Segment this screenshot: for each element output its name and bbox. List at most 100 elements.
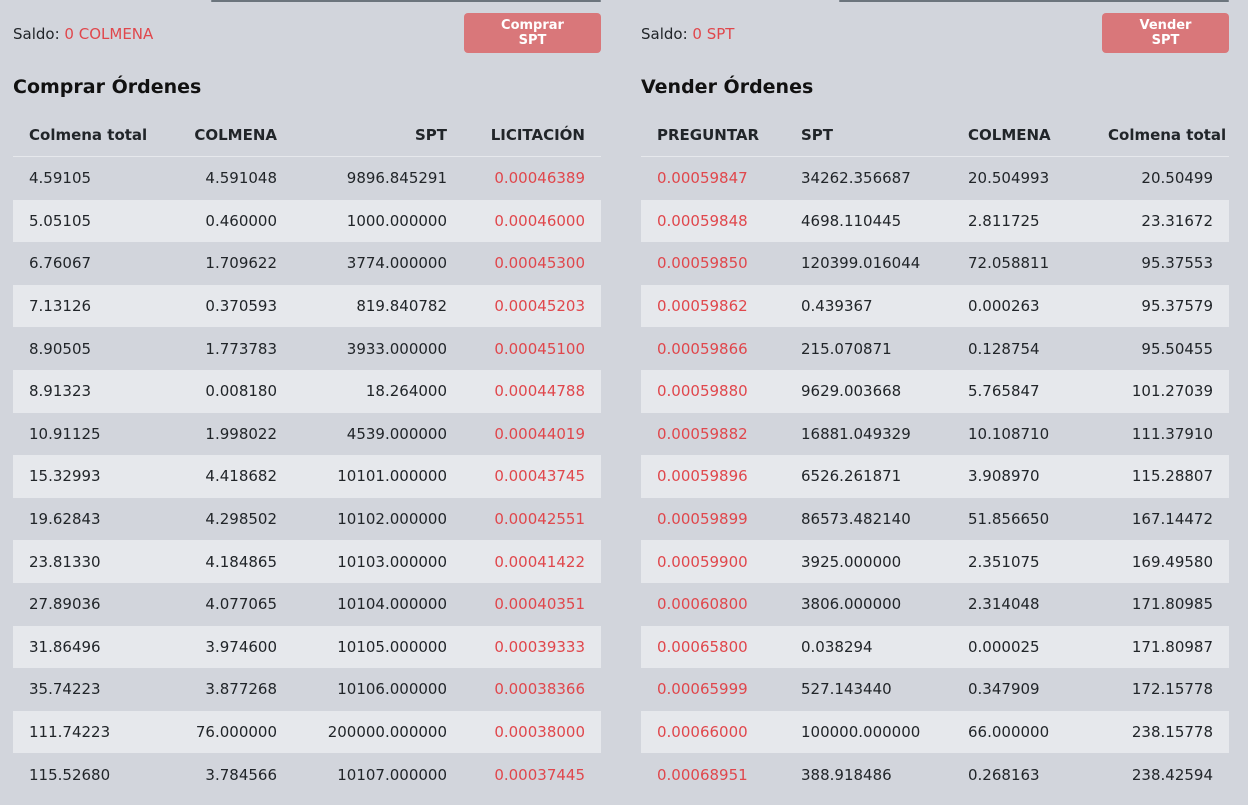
cell-preguntar: 0.00060800 xyxy=(657,595,748,614)
column-header-spt: SPT xyxy=(785,114,952,157)
table-row[interactable]: 0.00068951 388.918486 0.268163 238.42594 xyxy=(641,753,1229,796)
cell-colmena: 2.351075 xyxy=(952,540,1092,583)
cell-spt: 100000.000000 xyxy=(785,710,952,754)
table-row[interactable]: 0.00059847 34262.356687 20.504993 20.50499 xyxy=(641,157,1229,200)
cell-colmena: 3.974600 xyxy=(163,625,293,669)
buy-balance: Saldo: 0 COLMENA xyxy=(13,24,153,44)
cell-spt: 9629.003668 xyxy=(785,369,952,413)
column-header-licitacion: LICITACIÓN xyxy=(463,114,601,157)
cell-licitacion: 0.00038366 xyxy=(494,680,585,699)
buy-spt-button[interactable]: Comprar SPT xyxy=(464,13,601,53)
cell-colmena: 0.460000 xyxy=(163,199,293,243)
sell-orders-header-row: PREGUNTAR SPT COLMENA Colmena total xyxy=(641,114,1229,157)
table-row[interactable]: 0.00059899 86573.482140 51.856650 167.14472 xyxy=(641,498,1229,541)
cell-spt: 0.439367 xyxy=(785,284,952,328)
cell-spt: 18.264000 xyxy=(293,369,463,413)
column-header-spt: SPT xyxy=(293,114,463,157)
cell-preguntar: 0.00066000 xyxy=(641,710,785,754)
table-row[interactable]: 0.00059866 215.070871 0.128754 95.50455 xyxy=(641,327,1229,370)
cell-colmena-total: 4.59105 xyxy=(29,169,92,188)
table-row[interactable]: 15.32993 4.418682 10101.000000 0.00043745 xyxy=(13,455,601,498)
buy-orders-header-row: Colmena total COLMENA SPT LICITACIÓN xyxy=(13,114,601,157)
cell-licitacion: 0.00046000 xyxy=(463,199,601,243)
sell-input-underline xyxy=(839,0,1229,2)
sell-spt-button[interactable]: Vender SPT xyxy=(1102,13,1229,53)
table-row[interactable]: 0.00059862 0.439367 0.000263 95.37579 xyxy=(641,284,1229,328)
cell-colmena: 1.998022 xyxy=(205,424,277,443)
buy-orders-title: Comprar Órdenes xyxy=(13,76,202,98)
table-row[interactable]: 4.59105 4.591048 9896.845291 0.00046389 xyxy=(13,157,601,200)
cell-colmena: 0.008180 xyxy=(163,369,293,413)
cell-colmena-total: 171.80987 xyxy=(1092,625,1229,669)
cell-colmena-total: 8.91323 xyxy=(13,369,163,413)
cell-colmena: 10.108710 xyxy=(968,424,1050,443)
cell-licitacion: 0.00042551 xyxy=(494,510,585,529)
table-row[interactable]: 0.00060800 3806.000000 2.314048 171.80985 xyxy=(641,583,1229,626)
cell-licitacion: 0.00039333 xyxy=(463,625,601,669)
cell-spt: 16881.049329 xyxy=(801,424,911,443)
cell-spt: 4539.000000 xyxy=(346,424,447,443)
cell-colmena: 2.811725 xyxy=(952,199,1092,243)
cell-colmena: 2.314048 xyxy=(968,595,1040,614)
buy-orders-table: Colmena total COLMENA SPT LICITACIÓN 4.5… xyxy=(13,114,601,796)
cell-colmena: 3.908970 xyxy=(952,455,1092,498)
table-row[interactable]: 0.00066000 100000.000000 66.000000 238.1577… xyxy=(641,710,1229,754)
cell-colmena-total: 35.74223 xyxy=(29,680,101,699)
cell-licitacion: 0.00037445 xyxy=(494,765,585,784)
table-row[interactable]: 8.91323 0.008180 18.264000 0.00044788 xyxy=(13,369,601,413)
cell-spt: 10103.000000 xyxy=(293,540,463,583)
table-row[interactable]: 0.00065800 0.038294 0.000025 171.80987 xyxy=(641,625,1229,669)
cell-colmena: 51.856650 xyxy=(968,510,1050,529)
cell-preguntar: 0.00059866 xyxy=(657,339,748,358)
cell-licitacion: 0.00041422 xyxy=(463,540,601,583)
cell-colmena-total: 8.90505 xyxy=(29,339,92,358)
cell-colmena-total: 171.80985 xyxy=(1131,595,1213,614)
cell-spt: 215.070871 xyxy=(801,339,892,358)
table-row[interactable]: 115.52680 3.784566 10107.000000 0.00037445 xyxy=(13,753,601,796)
table-row[interactable]: 23.81330 4.184865 10103.000000 0.00041422 xyxy=(13,540,601,583)
cell-colmena: 3.784566 xyxy=(205,765,277,784)
table-row[interactable]: 0.00059896 6526.261871 3.908970 115.28807 xyxy=(641,455,1229,498)
table-row[interactable]: 31.86496 3.974600 10105.000000 0.00039333 xyxy=(13,625,601,669)
cell-licitacion: 0.00045203 xyxy=(463,284,601,328)
table-row[interactable]: 19.62843 4.298502 10102.000000 0.00042551 xyxy=(13,498,601,541)
cell-colmena: 4.184865 xyxy=(163,540,293,583)
cell-colmena: 1.773783 xyxy=(205,339,277,358)
table-row[interactable]: 8.90505 1.773783 3933.000000 0.00045100 xyxy=(13,327,601,370)
table-row[interactable]: 6.76067 1.709622 3774.000000 0.00045300 xyxy=(13,242,601,285)
cell-colmena-total: 15.32993 xyxy=(13,455,163,498)
cell-preguntar: 0.00059896 xyxy=(641,455,785,498)
table-row[interactable]: 7.13126 0.370593 819.840782 0.00045203 xyxy=(13,284,601,328)
column-header-colmena: COLMENA xyxy=(952,114,1092,157)
cell-preguntar: 0.00059862 xyxy=(641,284,785,328)
table-row[interactable]: 10.91125 1.998022 4539.000000 0.00044019 xyxy=(13,413,601,456)
table-row[interactable]: 35.74223 3.877268 10106.000000 0.00038366 xyxy=(13,668,601,711)
cell-colmena: 3.877268 xyxy=(205,680,277,699)
cell-colmena-total: 167.14472 xyxy=(1131,510,1213,529)
sell-orders-body: 0.00059847 34262.356687 20.504993 20.50499 0… xyxy=(641,157,1229,796)
table-row[interactable]: 27.89036 4.077065 10104.000000 0.00040351 xyxy=(13,583,601,626)
cell-spt: 527.143440 xyxy=(801,680,892,699)
cell-colmena-total: 95.37553 xyxy=(1141,254,1213,273)
table-row[interactable]: 0.00059850 120399.016044 72.058811 95.37553 xyxy=(641,242,1229,285)
cell-preguntar: 0.00059847 xyxy=(657,169,748,188)
cell-spt: 10104.000000 xyxy=(337,595,447,614)
buy-panel: Saldo: 0 COLMENA Comprar SPT Comprar Órd… xyxy=(13,0,601,805)
column-header-colmena: COLMENA xyxy=(163,114,293,157)
table-row[interactable]: 0.00059848 4698.110445 2.811725 23.31672 xyxy=(641,199,1229,243)
cell-licitacion: 0.00040351 xyxy=(494,595,585,614)
table-row[interactable]: 0.00059882 16881.049329 10.108710 111.37910 xyxy=(641,413,1229,456)
table-row[interactable]: 5.05105 0.460000 1000.000000 0.00046000 xyxy=(13,199,601,243)
table-row[interactable]: 0.00059900 3925.000000 2.351075 169.49580 xyxy=(641,540,1229,583)
cell-colmena: 66.000000 xyxy=(952,710,1092,754)
cell-colmena-total: 115.52680 xyxy=(29,765,111,784)
cell-preguntar: 0.00059899 xyxy=(657,510,748,529)
table-row[interactable]: 0.00065999 527.143440 0.347909 172.15778 xyxy=(641,668,1229,711)
cell-preguntar: 0.00059848 xyxy=(641,199,785,243)
cell-colmena-total: 20.50499 xyxy=(1141,169,1213,188)
table-row[interactable]: 111.74223 76.000000 200000.000000 0.0003800… xyxy=(13,710,601,754)
table-row[interactable]: 0.00059880 9629.003668 5.765847 101.27039 xyxy=(641,369,1229,413)
cell-spt: 10106.000000 xyxy=(337,680,447,699)
cell-colmena-total: 7.13126 xyxy=(13,284,163,328)
cell-spt: 3933.000000 xyxy=(346,339,447,358)
